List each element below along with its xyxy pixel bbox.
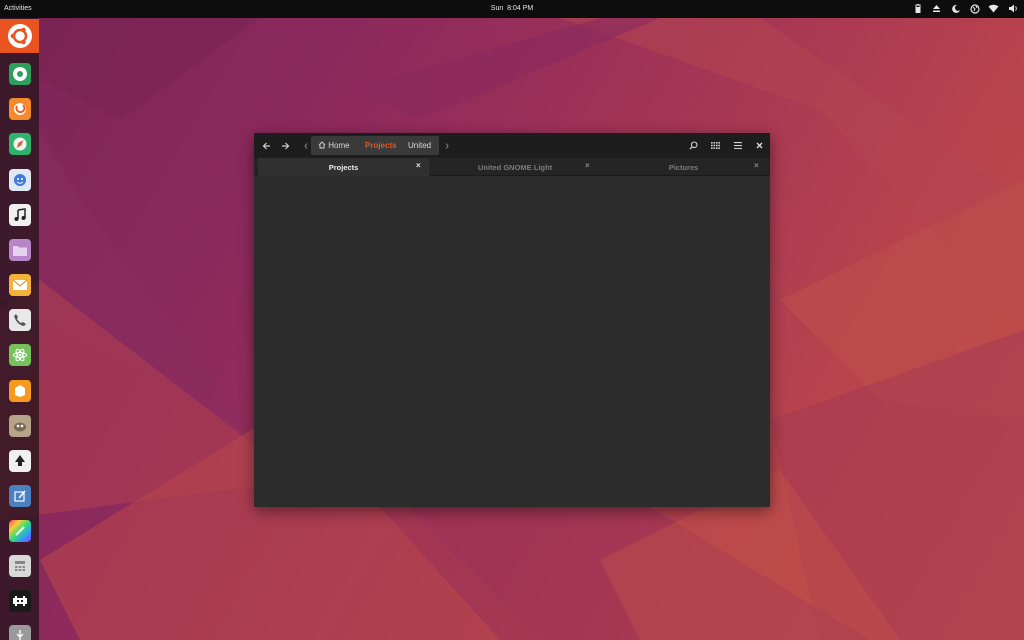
phone-icon [8,309,31,331]
dock-gimp[interactable] [0,409,39,443]
wifi-icon[interactable] [988,3,999,14]
breadcrumb: Home Projects United [311,136,439,155]
hamburger-icon [733,142,742,149]
compass-icon [8,133,31,155]
dock-phone[interactable] [0,303,39,337]
close-icon [756,142,763,149]
editor-icon [8,485,31,507]
chevron-right-icon [445,142,449,149]
clock-day[interactable]: Sun [491,5,503,12]
tab-united-gnome-light-label: United GNOME Light [477,163,553,172]
tab-united-gnome-light[interactable]: United GNOME Light × [429,158,601,176]
dock-chrome[interactable] [0,57,39,91]
window-close-button[interactable] [752,138,767,153]
chrome-icon [8,63,31,85]
dock-space-invaders[interactable] [0,584,39,618]
breadcrumb-home-label: Home [328,141,350,150]
file-view-area[interactable] [254,176,770,507]
tab-pictures[interactable]: Pictures × [601,158,766,176]
dock-calculator[interactable] [0,549,39,583]
dock-safari[interactable] [0,127,39,161]
tab-projects-close-icon[interactable]: × [416,161,421,170]
tab-pictures-label: Pictures [668,163,699,172]
dock-editor[interactable] [0,479,39,513]
atom-icon [8,344,31,366]
eject-icon[interactable] [931,3,942,14]
usb-icon [8,625,31,640]
forward-button[interactable] [278,138,293,153]
ubuntu-logo-icon [7,24,32,48]
gimp-icon [8,415,31,437]
breadcrumb-united[interactable]: United [408,141,431,150]
breadcrumb-home[interactable]: Home [318,141,350,150]
tab-bar: Projects × United GNOME Light × Pictures… [254,158,770,176]
activities-button[interactable]: Activities [4,5,32,12]
inkscape-icon [8,450,31,472]
color-picker-icon [8,520,31,542]
package-icon [8,380,31,402]
tab-projects-label: Projects [328,163,359,172]
chevron-left-icon [303,142,307,149]
tab-pictures-close-icon[interactable]: × [754,161,759,170]
face-icon [8,169,31,191]
clock: Sun 8:04 PM [0,5,1024,12]
search-icon [689,141,698,150]
breadcrumb-projects[interactable]: Projects [365,141,397,150]
dock-ubuntu[interactable] [0,19,39,53]
tab-united-gnome-light-close-icon[interactable]: × [585,161,590,170]
dock-package[interactable] [0,374,39,408]
battery-icon[interactable] [912,3,923,14]
header-bar: Home Projects United [254,133,770,158]
file-manager-window: Home Projects United Projects × United G… [254,133,770,507]
menu-button[interactable] [730,138,745,153]
clock-time[interactable]: 8:04 PM [507,5,533,12]
dock-inkscape[interactable] [0,444,39,478]
music-note-icon [8,204,31,226]
night-light-icon[interactable] [950,3,961,14]
search-button[interactable] [686,138,701,153]
system-tray [912,3,1018,14]
home-icon [318,141,326,149]
dock-music[interactable] [0,198,39,232]
tab-projects[interactable]: Projects × [258,158,429,176]
firefox-icon [8,98,31,120]
mail-icon [8,274,31,296]
grid-view-icon [711,142,720,149]
dock-finder[interactable] [0,163,39,197]
calculator-icon [8,555,31,577]
view-toggle-button[interactable] [708,138,723,153]
arrow-left-icon [262,142,270,149]
dock-color-picker[interactable] [0,514,39,548]
dock-firefox[interactable] [0,92,39,126]
space-invader-icon [8,590,31,612]
dock-atom[interactable] [0,338,39,372]
dock [0,18,39,640]
arrow-right-icon [282,142,290,149]
path-scroll-right-button[interactable] [439,138,454,153]
dock-usb[interactable] [0,619,39,640]
dock-mail[interactable] [0,268,39,302]
folder-icon [8,239,31,261]
back-button[interactable] [259,138,274,153]
dock-files[interactable] [0,233,39,267]
volume-icon[interactable] [1007,3,1018,14]
network-globe-icon[interactable] [969,3,980,14]
top-bar: Activities Sun 8:04 PM [0,0,1024,18]
